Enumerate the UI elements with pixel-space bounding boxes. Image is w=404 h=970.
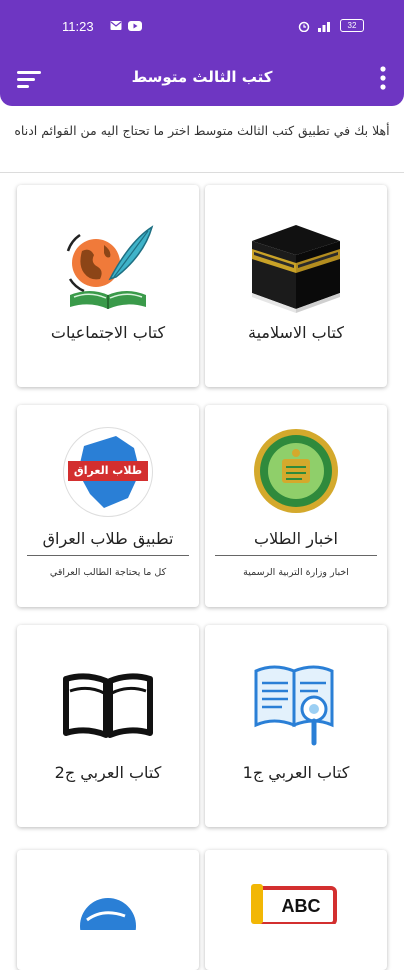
app-title: كتب الثالث متوسط <box>131 68 273 86</box>
card-globe-book[interactable] <box>17 850 199 970</box>
card-divider <box>27 555 189 556</box>
book-magnifier-icon <box>254 665 334 746</box>
card-social-studies-book[interactable]: كتاب الاجتماعيات <box>17 185 199 387</box>
card-arabic-book-2[interactable]: كتاب العربي ج2 <box>17 625 199 827</box>
logo-text: طلاب العراق <box>68 461 148 481</box>
app-bar: كتب الثالث متوسط <box>0 54 404 106</box>
open-book-icon <box>63 673 153 738</box>
abc-text: ABC <box>282 896 321 916</box>
mail-icon <box>110 21 122 30</box>
card-islamic-book[interactable]: كتاب الاسلامية <box>205 185 387 387</box>
globe-book-quill-icon <box>66 225 154 309</box>
menu-icon[interactable] <box>14 64 46 96</box>
card-label: كتاب الاسلامية <box>248 323 344 342</box>
iraq-students-logo: طلاب العراق <box>63 427 153 517</box>
card-abc-book[interactable]: ABC <box>205 850 387 970</box>
card-iraq-students-app[interactable]: طلاب العراق تطبيق طلاب العراق كل ما يحتا… <box>17 405 199 607</box>
card-divider <box>215 555 377 556</box>
status-bar: 11:23 32 <box>0 0 404 54</box>
card-label: كتاب العربي ج2 <box>54 763 162 782</box>
card-label: كتاب العربي ج1 <box>242 763 350 782</box>
more-options-icon[interactable] <box>376 62 390 96</box>
youtube-icon <box>128 21 142 31</box>
card-subtitle: اخبار وزارة التربية الرسمية <box>243 567 349 578</box>
abc-book-icon: ABC <box>251 884 337 924</box>
status-time: 11:23 <box>62 19 94 34</box>
alarm-icon <box>298 21 310 32</box>
card-student-news[interactable]: اخبار الطلاب اخبار وزارة التربية الرسمية <box>205 405 387 607</box>
battery-icon: 32 <box>340 19 364 32</box>
card-subtitle: كل ما يحتاجة الطالب العراقي <box>49 567 167 578</box>
card-arabic-book-1[interactable]: كتاب العربي ج1 <box>205 625 387 827</box>
globe-icon <box>80 898 136 930</box>
ministry-seal-icon <box>254 429 338 513</box>
battery-level: 32 <box>347 21 357 30</box>
card-label: تطبيق طلاب العراق <box>42 529 174 548</box>
kaaba-icon <box>252 225 340 313</box>
signal-icon <box>318 22 330 32</box>
welcome-message: أهلا بك في تطبيق كتب الثالث متوسط اختر م… <box>14 123 390 138</box>
card-label: اخبار الطلاب <box>254 529 338 548</box>
divider <box>0 172 404 173</box>
card-label: كتاب الاجتماعيات <box>50 323 166 342</box>
